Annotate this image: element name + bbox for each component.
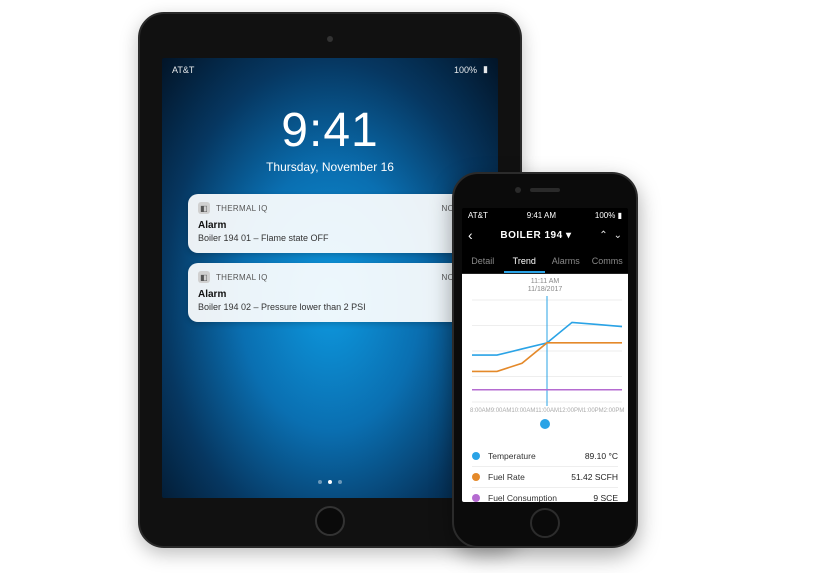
- ipad-home-button[interactable]: [315, 506, 345, 536]
- status-time: 9:41 AM: [527, 211, 556, 220]
- back-button[interactable]: ‹: [468, 227, 473, 243]
- scrubber-knob-icon: [540, 419, 550, 429]
- notification-body: Boiler 194 01 – Flame state OFF: [198, 233, 462, 243]
- battery-icon: ▮: [618, 211, 622, 220]
- timestamp-time: 11:11 AM: [462, 278, 628, 286]
- notification-title: Alarm: [198, 289, 462, 300]
- trend-chart[interactable]: 11:11 AM 11/18/2017 8:00AM9:00AM10:00AM1…: [462, 274, 628, 442]
- title-label: BOILER 194: [500, 230, 562, 241]
- notification-app: THERMAL IQ: [216, 204, 268, 213]
- notification-card[interactable]: ◧ THERMAL IQ now Alarm Boiler 194 02 – P…: [188, 263, 472, 322]
- app-icon: ◧: [198, 271, 210, 283]
- legend-name: Fuel Consumption: [488, 493, 593, 502]
- lock-clock: 9:41 Thursday, November 16: [162, 103, 498, 174]
- dropdown-icon: ▾: [566, 230, 572, 241]
- status-carrier: AT&T: [468, 211, 488, 220]
- legend-row[interactable]: Fuel Rate 51.42 SCFH: [472, 466, 618, 487]
- status-carrier: AT&T: [172, 65, 194, 75]
- page-indicator[interactable]: [318, 480, 342, 484]
- chart-x-axis: 8:00AM9:00AM10:00AM11:00AM12:00PM1:00PM2…: [468, 406, 622, 414]
- chart-timestamp: 11:11 AM 11/18/2017: [462, 278, 628, 295]
- chart-canvas: [468, 296, 626, 406]
- notification-app: THERMAL IQ: [216, 273, 268, 282]
- tab-bar: Detail Trend Alarms Comms: [462, 251, 628, 274]
- legend-dot-icon: [472, 473, 480, 481]
- tab-detail[interactable]: Detail: [462, 251, 504, 273]
- legend-row[interactable]: Fuel Consumption 9 SCE: [472, 487, 618, 502]
- tab-trend[interactable]: Trend: [504, 251, 546, 273]
- legend-name: Fuel Rate: [488, 472, 571, 482]
- iphone-status-bar: AT&T 9:41 AM 100% ▮: [462, 208, 628, 223]
- iphone-speaker: [530, 188, 560, 192]
- iphone-camera: [515, 187, 521, 193]
- battery-icon: ▮: [483, 64, 488, 75]
- legend-row[interactable]: Temperature 89.10 °C: [472, 446, 618, 466]
- page-title[interactable]: BOILER 194 ▾: [479, 230, 594, 241]
- notification-card[interactable]: ◧ THERMAL IQ now Alarm Boiler 194 01 – F…: [188, 194, 472, 253]
- legend-dot-icon: [472, 494, 480, 502]
- tab-alarms[interactable]: Alarms: [545, 251, 587, 273]
- prev-button[interactable]: ⌃: [599, 230, 607, 241]
- next-button[interactable]: ⌄: [614, 230, 622, 241]
- status-battery: 100%: [454, 65, 477, 75]
- ipad-status-bar: AT&T 100% ▮: [162, 58, 498, 75]
- legend-name: Temperature: [488, 451, 585, 461]
- ipad-camera: [327, 36, 333, 42]
- ipad-lock-screen[interactable]: AT&T 100% ▮ 9:41 Thursday, November 16 ◧…: [162, 58, 498, 498]
- iphone-device: AT&T 9:41 AM 100% ▮ ‹ BOILER 194 ▾ ⌃ ⌄ D…: [452, 172, 638, 548]
- chart-scrubber[interactable]: [468, 414, 622, 438]
- iphone-app-screen: AT&T 9:41 AM 100% ▮ ‹ BOILER 194 ▾ ⌃ ⌄ D…: [462, 208, 628, 502]
- notification-body: Boiler 194 02 – Pressure lower than 2 PS…: [198, 302, 462, 312]
- notification-title: Alarm: [198, 220, 462, 231]
- clock-time: 9:41: [162, 103, 498, 158]
- legend-value: 51.42 SCFH: [571, 472, 618, 482]
- chart-legend: Temperature 89.10 °C Fuel Rate 51.42 SCF…: [462, 442, 628, 502]
- timestamp-date: 11/18/2017: [462, 286, 628, 294]
- iphone-home-button[interactable]: [530, 508, 560, 538]
- legend-value: 89.10 °C: [585, 451, 618, 461]
- legend-dot-icon: [472, 452, 480, 460]
- app-icon: ◧: [198, 202, 210, 214]
- legend-value: 9 SCE: [593, 493, 618, 502]
- tab-comms[interactable]: Comms: [587, 251, 629, 273]
- status-battery: 100%: [595, 211, 615, 220]
- nav-bar: ‹ BOILER 194 ▾ ⌃ ⌄: [462, 223, 628, 251]
- clock-date: Thursday, November 16: [162, 160, 498, 174]
- notification-stack: ◧ THERMAL IQ now Alarm Boiler 194 01 – F…: [188, 194, 472, 322]
